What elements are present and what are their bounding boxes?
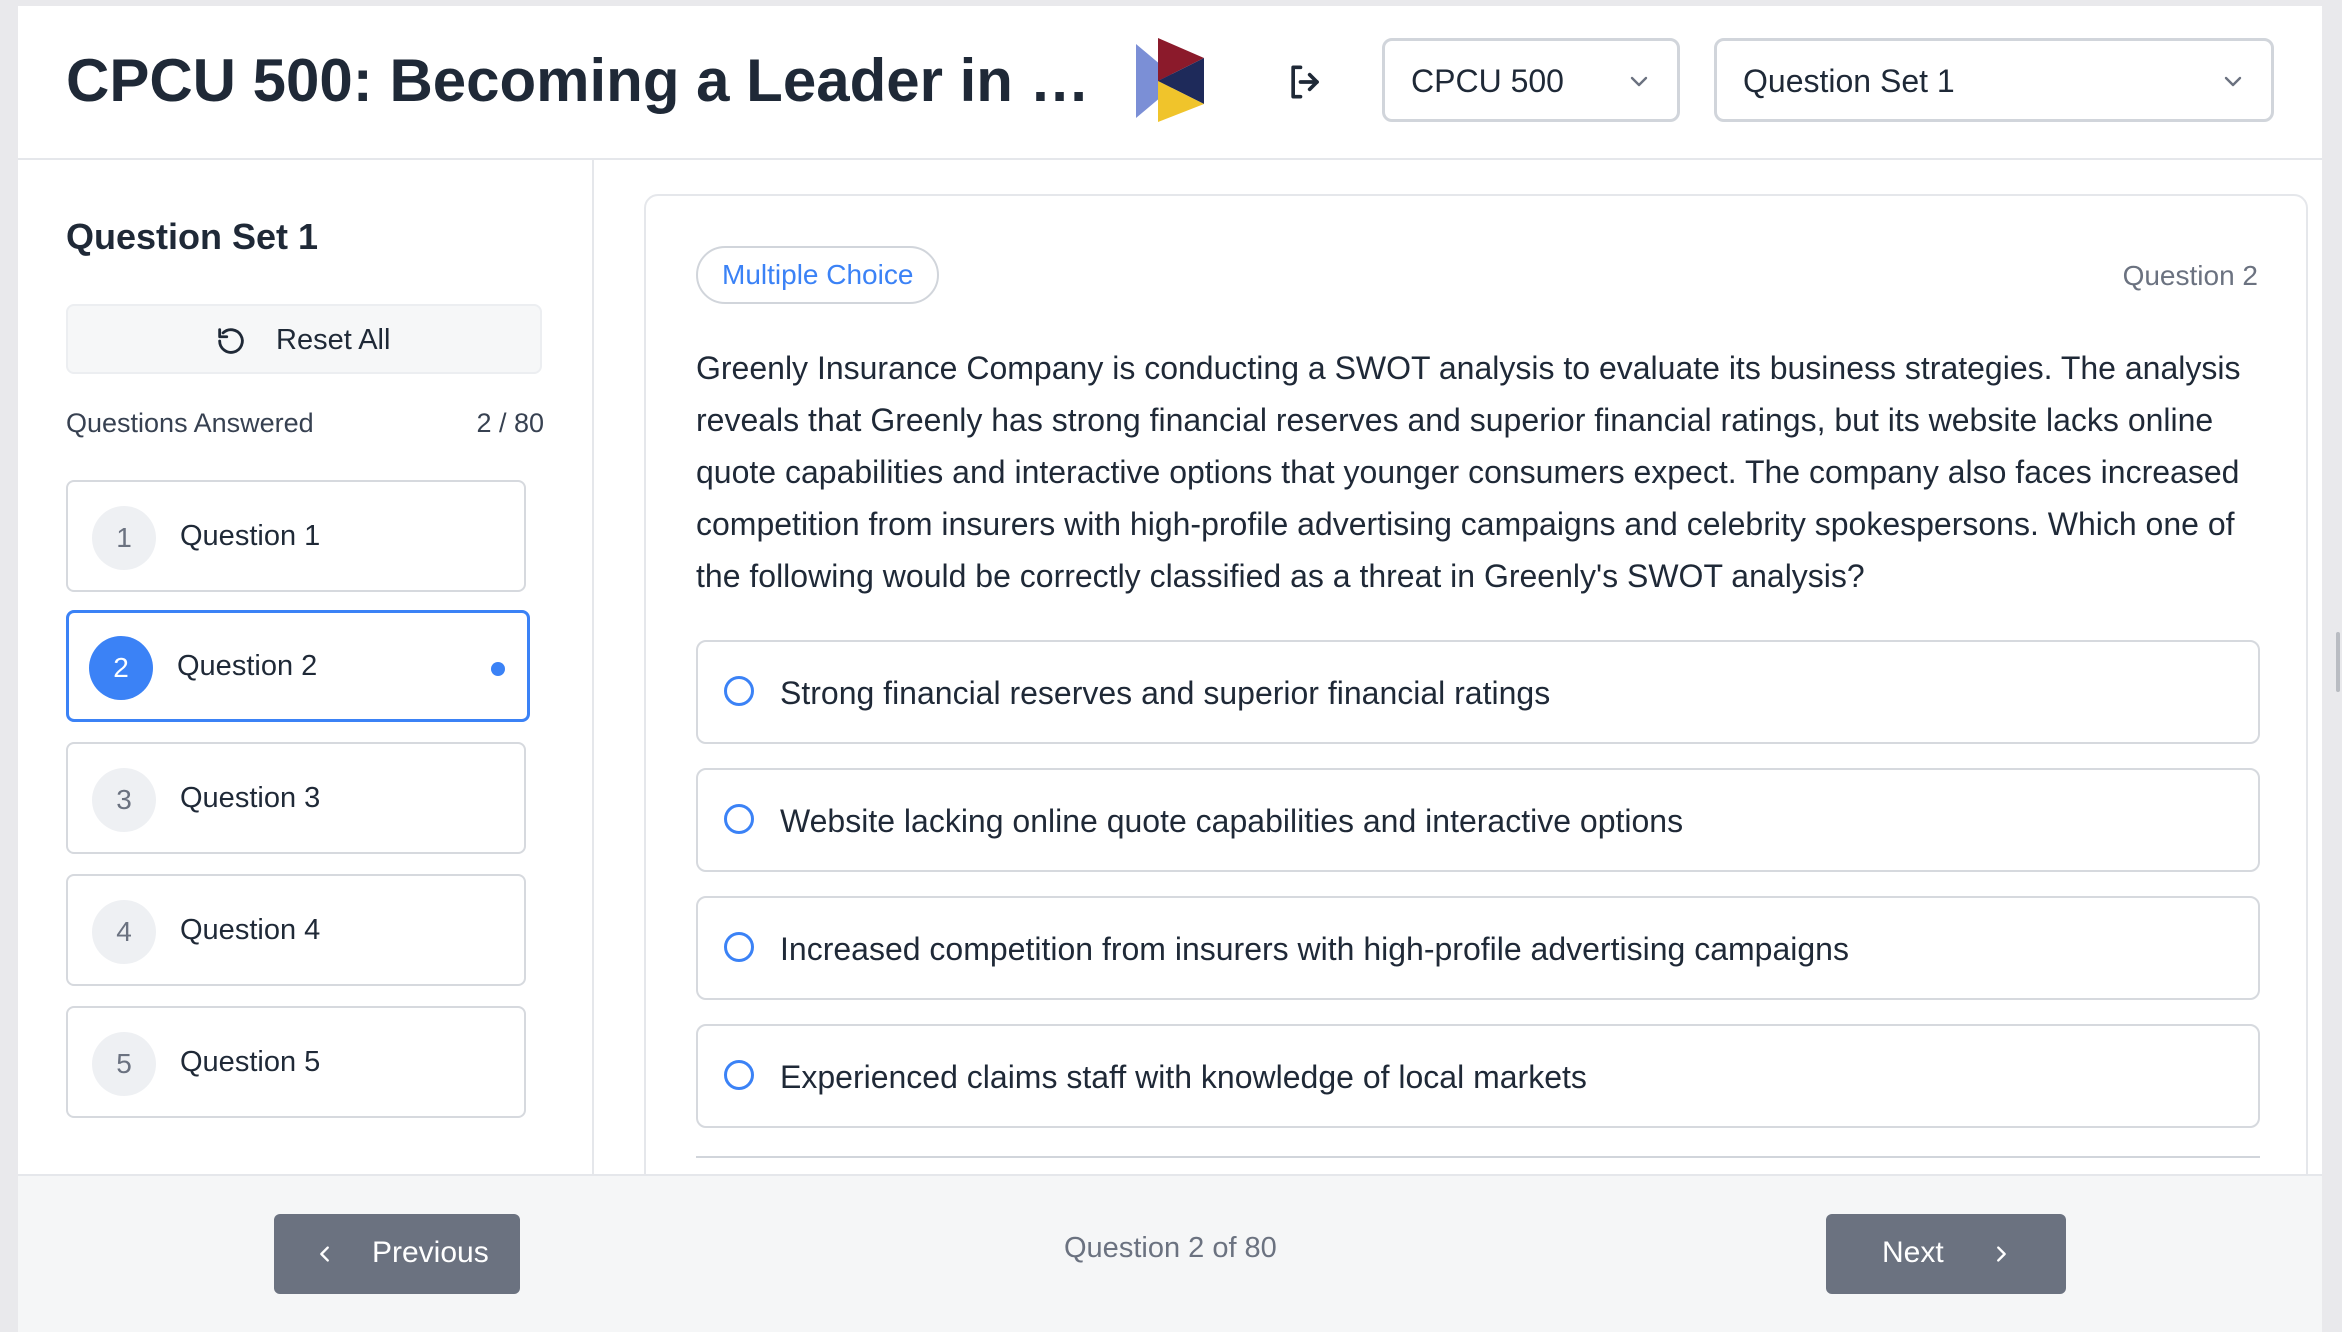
question-number-badge: 4 xyxy=(92,900,156,964)
radio-button[interactable] xyxy=(724,932,754,962)
scrollbar-thumb[interactable] xyxy=(2336,632,2340,692)
reset-all-button[interactable]: Reset All xyxy=(66,304,542,374)
answer-option[interactable]: Website lacking online quote capabilitie… xyxy=(696,768,2260,872)
navigation-footer: Previous Question 2 of 80 Next xyxy=(18,1174,2322,1332)
answer-option-text: Strong financial reserves and superior f… xyxy=(780,675,1551,711)
question-card: Multiple Choice Question 2 Greenly Insur… xyxy=(644,194,2308,1254)
previous-label: Previous xyxy=(372,1236,489,1269)
card-divider xyxy=(696,1156,2260,1158)
question-number-badge: 3 xyxy=(92,768,156,832)
radio-button[interactable] xyxy=(724,804,754,834)
question-list-item[interactable]: 4 Question 4 xyxy=(66,874,526,986)
answer-option[interactable]: Increased competition from insurers with… xyxy=(696,896,2260,1000)
chevron-right-icon xyxy=(1997,1246,2006,1262)
play-triangle-logo-icon xyxy=(1136,38,1204,122)
question-list-label: Question 5 xyxy=(180,1046,321,1078)
question-number-badge: 5 xyxy=(92,1032,156,1096)
app-window: CPCU 500: Becoming a Leader in Ris... CP… xyxy=(18,6,2322,1332)
question-set-select-value: Question Set 1 xyxy=(1743,63,1955,99)
course-select-value: CPCU 500 xyxy=(1411,63,1564,99)
question-main: Multiple Choice Question 2 Greenly Insur… xyxy=(594,160,2322,1254)
question-progress: Question 2 of 80 xyxy=(1064,1232,1277,1264)
question-list-label: Question 2 xyxy=(177,650,318,682)
questions-answered-label: Questions Answered xyxy=(66,408,314,438)
question-number-badge: 1 xyxy=(92,506,156,570)
reset-icon xyxy=(218,328,244,354)
question-set-select[interactable]: Question Set 1 xyxy=(1714,38,2274,122)
question-list-label: Question 4 xyxy=(180,914,321,946)
question-number-badge: 2 xyxy=(89,636,153,700)
questions-answered-count: 2 / 80 xyxy=(476,408,544,438)
answer-option-text: Experienced claims staff with knowledge … xyxy=(780,1059,1587,1095)
answer-option[interactable]: Experienced claims staff with knowledge … xyxy=(696,1024,2260,1128)
chevron-down-icon xyxy=(1630,76,1648,87)
reset-all-label: Reset All xyxy=(276,324,391,356)
question-list-item-active[interactable]: 2 Question 2 xyxy=(66,610,530,722)
answer-option-text: Increased competition from insurers with… xyxy=(780,931,1849,967)
question-list-item[interactable]: 5 Question 5 xyxy=(66,1006,526,1118)
answer-option-text: Website lacking online quote capabilitie… xyxy=(780,803,1684,839)
chevron-left-icon xyxy=(320,1246,329,1262)
top-header: CPCU 500: Becoming a Leader in Ris... CP… xyxy=(18,6,2322,160)
question-list-item[interactable]: 1 Question 1 xyxy=(66,480,526,592)
question-text: Greenly Insurance Company is conducting … xyxy=(696,350,2241,594)
question-number-label: Question 2 xyxy=(2122,260,2258,291)
question-type-badge: Multiple Choice xyxy=(696,246,940,304)
chevron-down-icon xyxy=(2224,76,2242,87)
question-sidebar: Question Set 1 Reset All Questions Answe… xyxy=(18,160,594,1176)
answer-option[interactable]: Strong financial reserves and superior f… xyxy=(696,640,2260,744)
question-list-item[interactable]: 3 Question 3 xyxy=(66,742,526,854)
question-list-label: Question 1 xyxy=(180,520,321,552)
question-list-label: Question 3 xyxy=(180,782,321,814)
previous-button[interactable]: Previous xyxy=(274,1214,520,1294)
logout-icon[interactable] xyxy=(1284,60,1328,104)
current-indicator-dot xyxy=(491,662,505,676)
sidebar-title: Question Set 1 xyxy=(66,216,319,257)
page-title: CPCU 500: Becoming a Leader in Ris... xyxy=(66,47,1106,114)
next-button[interactable]: Next xyxy=(1826,1214,2066,1294)
radio-button[interactable] xyxy=(724,1060,754,1090)
course-select[interactable]: CPCU 500 xyxy=(1382,38,1680,122)
next-label: Next xyxy=(1882,1236,1944,1269)
radio-button[interactable] xyxy=(724,676,754,706)
